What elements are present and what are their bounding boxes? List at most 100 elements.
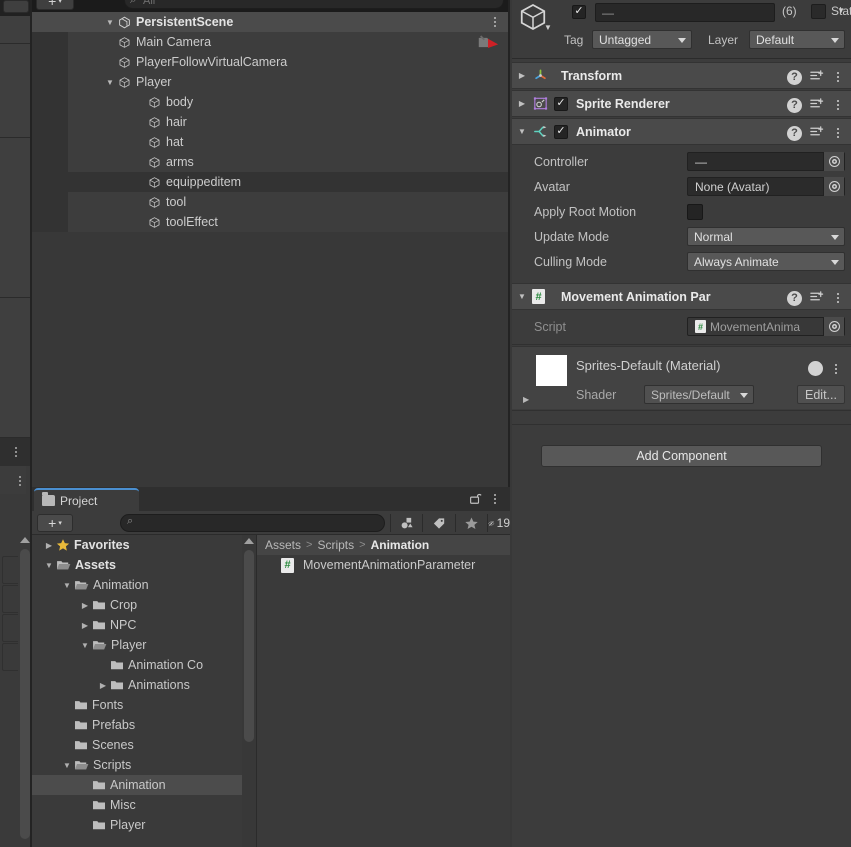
- component-header-transform[interactable]: ▶ Transform ?: [512, 62, 851, 89]
- favorites-filter-button[interactable]: [455, 514, 487, 532]
- hierarchy-right-divider[interactable]: [508, 0, 510, 487]
- shader-dropdown[interactable]: Sprites/Default: [644, 385, 754, 404]
- project-search-input[interactable]: [120, 514, 385, 532]
- help-icon[interactable]: ?: [787, 290, 802, 306]
- static-checkbox[interactable]: [811, 4, 826, 19]
- component-menu-kebab-icon[interactable]: [831, 126, 845, 141]
- preset-icon[interactable]: [809, 124, 824, 142]
- scroll-up-arrow-icon[interactable]: [244, 538, 254, 544]
- left-strip-scrollbar-thumb[interactable]: [20, 549, 30, 839]
- add-component-button[interactable]: Add Component: [541, 445, 822, 467]
- animator-controller-field[interactable]: —: [687, 152, 845, 171]
- preset-icon[interactable]: [809, 68, 824, 86]
- chevron-right-icon[interactable]: ▶: [512, 71, 532, 80]
- project-tree-item-misc[interactable]: Misc: [32, 795, 242, 815]
- help-icon[interactable]: ?: [787, 97, 802, 113]
- gameobject-enabled-checkbox[interactable]: [572, 5, 586, 19]
- project-tree-item-scripts[interactable]: ▼ Scripts: [32, 755, 242, 775]
- left-strip-create-button[interactable]: [3, 0, 29, 13]
- project-tree-item-npc[interactable]: ▶ NPC: [32, 615, 242, 635]
- chevron-right-icon[interactable]: ▶: [523, 395, 529, 404]
- filter-by-label-button[interactable]: [422, 514, 455, 532]
- project-create-button[interactable]: + ▾: [37, 514, 73, 532]
- chevron-right-icon[interactable]: ▶: [78, 601, 92, 610]
- hierarchy-item-player[interactable]: ▼ Player: [32, 72, 510, 92]
- breadcrumb-root[interactable]: Assets: [265, 538, 301, 552]
- breadcrumb-mid[interactable]: Scripts: [317, 538, 354, 552]
- hidden-packages-button[interactable]: 19: [487, 514, 510, 532]
- component-menu-kebab-icon[interactable]: [831, 98, 845, 113]
- component-header-animator[interactable]: ▼ Animator ?: [512, 118, 851, 145]
- gameobject-name-input[interactable]: —: [595, 3, 775, 22]
- chevron-down-icon[interactable]: ▼: [60, 761, 74, 770]
- help-icon[interactable]: ?: [787, 125, 802, 141]
- tag-dropdown[interactable]: Untagged: [592, 30, 692, 49]
- chevron-down-icon[interactable]: ▼: [42, 561, 56, 570]
- component-menu-kebab-icon[interactable]: [831, 291, 845, 306]
- hierarchy-search-input[interactable]: All: [124, 0, 504, 9]
- hierarchy-scene-row[interactable]: ▼ PersistentScene: [32, 12, 510, 32]
- component-menu-kebab-icon[interactable]: [831, 70, 845, 85]
- hierarchy-item-tooleffect[interactable]: toolEffect: [32, 212, 510, 232]
- project-menu-kebab-icon[interactable]: [488, 492, 502, 506]
- static-dropdown-arrow-icon[interactable]: ▼: [837, 6, 845, 15]
- hierarchy-tree[interactable]: ▼ PersistentScene Main Camera PlayerFollo…: [32, 12, 510, 487]
- project-tree-item-scenes[interactable]: Scenes: [32, 735, 242, 755]
- animator-avatar-field[interactable]: None (Avatar): [687, 177, 845, 196]
- project-tree-scrollbar[interactable]: [242, 535, 256, 847]
- project-tree-item-animation[interactable]: Animation: [32, 775, 242, 795]
- chevron-down-icon[interactable]: ▼: [512, 127, 532, 136]
- hierarchy-item-body[interactable]: body: [32, 92, 510, 112]
- object-picker-icon[interactable]: [823, 317, 844, 336]
- chevron-down-icon[interactable]: ▼: [104, 78, 116, 87]
- chevron-down-icon[interactable]: ▼: [78, 641, 92, 650]
- project-folder-tree[interactable]: ▶ Favorites ▼ Assets ▼ Animation ▶ Crop ▶ NPC ▼ Pla…: [32, 535, 242, 847]
- lock-open-icon[interactable]: [468, 491, 482, 505]
- material-menu-kebab-icon[interactable]: [829, 361, 843, 376]
- filter-by-type-button[interactable]: [390, 514, 422, 532]
- project-tree-item-favorites[interactable]: ▶ Favorites: [32, 535, 242, 555]
- object-picker-icon[interactable]: [823, 177, 844, 196]
- hierarchy-item-arms[interactable]: arms: [32, 152, 510, 172]
- hierarchy-item-hair[interactable]: hair: [32, 112, 510, 132]
- project-tree-scroll-thumb[interactable]: [244, 550, 254, 742]
- project-tree-item-animation[interactable]: ▼ Animation: [32, 575, 242, 595]
- project-tree-item-player[interactable]: ▼ Player: [32, 635, 242, 655]
- hierarchy-item-playerfollowvirtualcamera[interactable]: PlayerFollowVirtualCamera: [32, 52, 510, 72]
- hierarchy-item-tool[interactable]: tool: [32, 192, 510, 212]
- component-header-movement-animation-parameters[interactable]: ▼ # Movement Animation Par ?: [512, 283, 851, 310]
- layer-dropdown[interactable]: Default: [749, 30, 845, 49]
- update-mode-dropdown[interactable]: Normal: [687, 227, 845, 246]
- hierarchy-item-main-camera[interactable]: Main Camera: [32, 32, 510, 52]
- project-tree-item-animation-co[interactable]: Animation Co: [32, 655, 242, 675]
- chevron-down-icon[interactable]: ▼: [512, 292, 532, 301]
- left-strip-kebab-icon[interactable]: [8, 444, 24, 460]
- help-icon[interactable]: ?: [787, 69, 802, 85]
- project-tree-item-player[interactable]: Player: [32, 815, 242, 835]
- sprite-renderer-enabled-checkbox[interactable]: [554, 96, 568, 111]
- project-tree-item-prefabs[interactable]: Prefabs: [32, 715, 242, 735]
- breadcrumb[interactable]: Assets > Scripts > Animation: [257, 535, 510, 555]
- scroll-up-arrow-icon[interactable]: [20, 537, 30, 543]
- project-tree-item-fonts[interactable]: Fonts: [32, 695, 242, 715]
- animator-enabled-checkbox[interactable]: [554, 124, 568, 139]
- inspector-icon-dropdown-arrow[interactable]: ▼: [544, 23, 552, 32]
- chevron-right-icon[interactable]: ▶: [42, 541, 56, 550]
- object-picker-icon[interactable]: [823, 152, 844, 171]
- chevron-down-icon[interactable]: ▼: [60, 581, 74, 590]
- help-icon[interactable]: [808, 361, 823, 376]
- hierarchy-create-button[interactable]: + ▾: [36, 0, 74, 10]
- culling-mode-dropdown[interactable]: Always Animate: [687, 252, 845, 271]
- component-header-sprite-renderer[interactable]: ▶ Sprite Renderer ?: [512, 90, 851, 117]
- chevron-right-icon[interactable]: ▶: [96, 681, 110, 690]
- hierarchy-item-hat[interactable]: hat: [32, 132, 510, 152]
- project-tree-item-crop[interactable]: ▶ Crop: [32, 595, 242, 615]
- chevron-right-icon[interactable]: ▶: [512, 99, 532, 108]
- chevron-down-icon[interactable]: ▼: [104, 18, 116, 27]
- apply-root-motion-checkbox[interactable]: [687, 203, 703, 220]
- project-asset-list[interactable]: Assets > Scripts > Animation # MovementA…: [256, 535, 510, 847]
- shader-edit-button[interactable]: Edit...: [797, 385, 845, 404]
- preset-icon[interactable]: [809, 96, 824, 114]
- preset-icon[interactable]: [809, 289, 824, 307]
- chevron-right-icon[interactable]: ▶: [78, 621, 92, 630]
